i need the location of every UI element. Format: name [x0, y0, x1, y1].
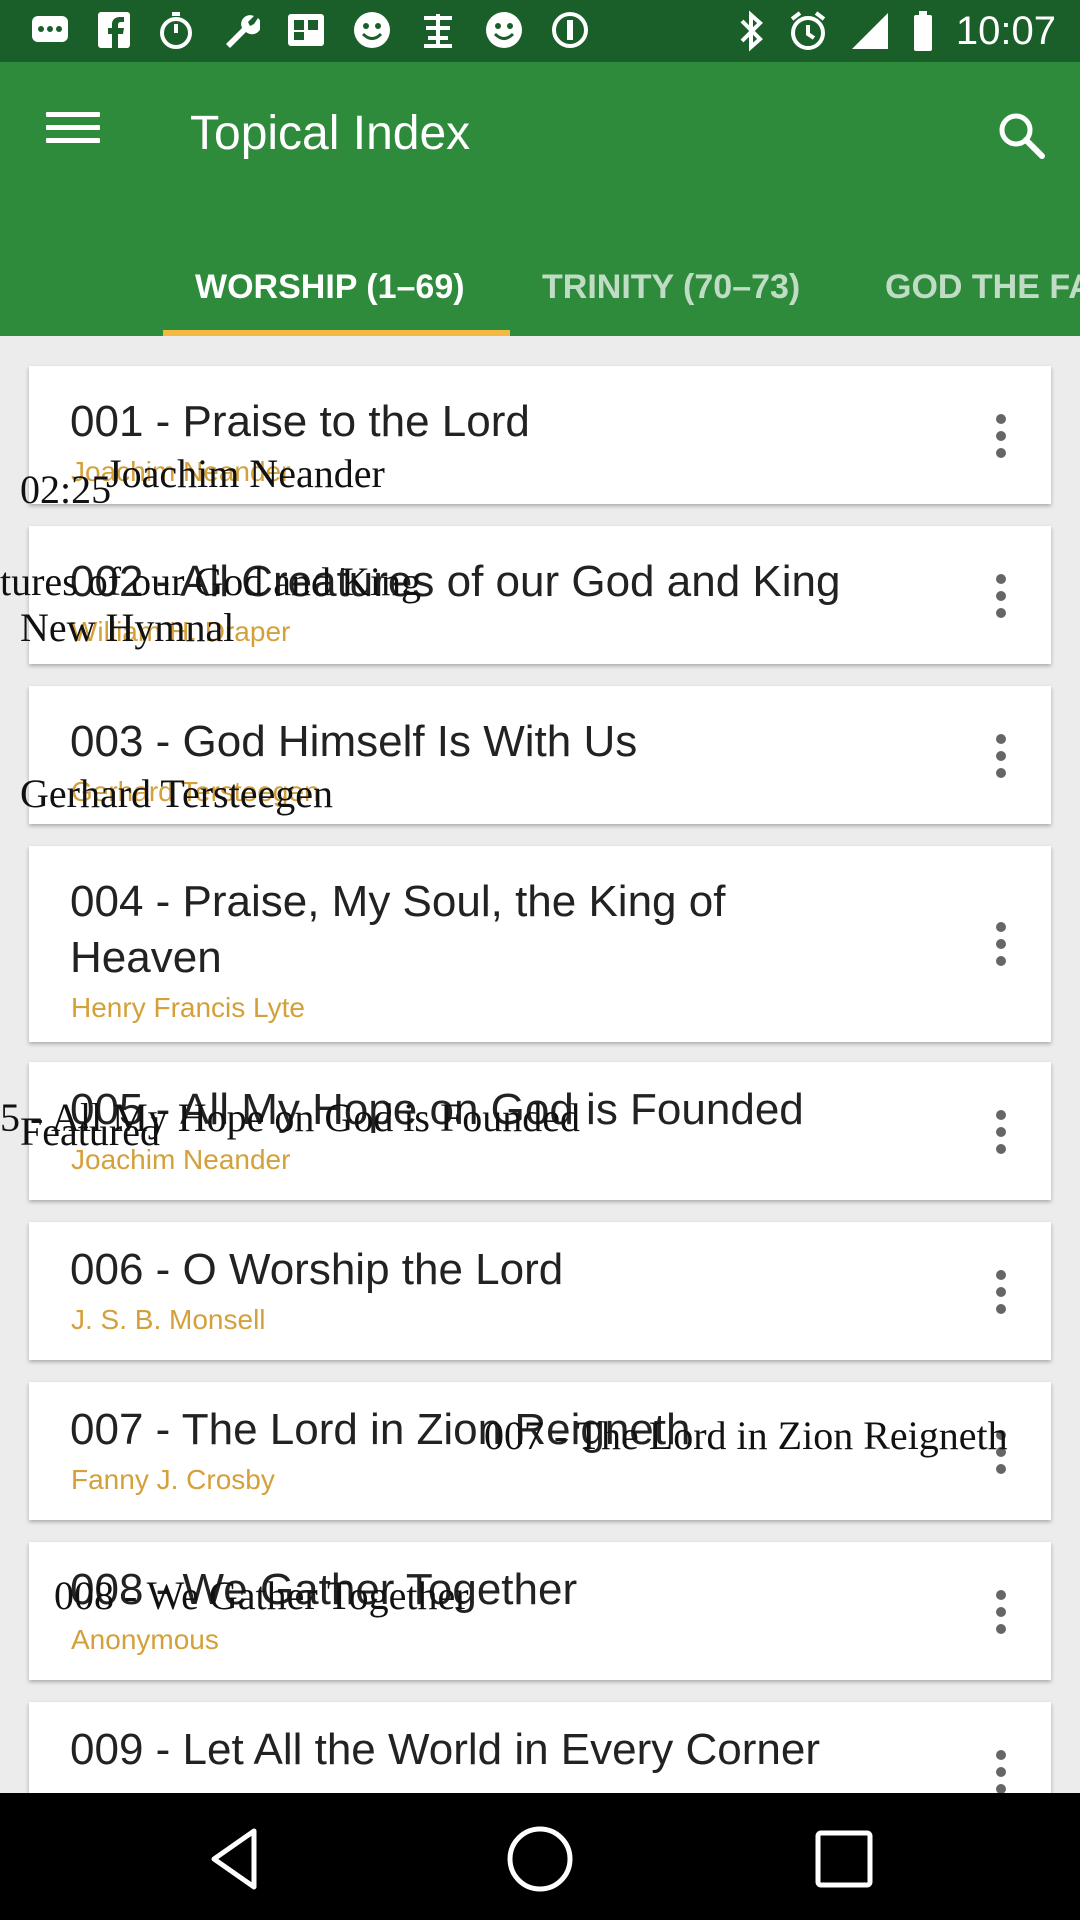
hymn-author: J. S. B. Monsell	[71, 1304, 266, 1335]
hymn-title: 006 - O Worship the Lord	[70, 1245, 564, 1294]
tab-bar: WORSHIP (1–69) TRINITY (70–73) GOD THE F…	[0, 242, 1080, 336]
overlay-subtitle: New Hymnal	[20, 605, 235, 650]
overlay-author: Gerhard Tersteegen	[20, 771, 333, 816]
home-circle-icon[interactable]	[500, 1819, 580, 1899]
hymn-title-line2: Heaven	[70, 933, 222, 982]
overlay-title: 008 - We Gather Together	[54, 1573, 469, 1618]
hymn-author: Anonymous	[71, 1624, 219, 1655]
system-icons: 10:07	[738, 8, 1056, 54]
hymn-title: 003 - God Himself Is With Us	[70, 717, 638, 766]
more-options-icon[interactable]	[979, 716, 1023, 796]
more-options-icon[interactable]	[979, 1252, 1023, 1332]
hymn-author: Henry Francis Lyte	[71, 992, 305, 1023]
status-time: 10:07	[955, 9, 1056, 53]
hamburger-menu-icon[interactable]	[42, 106, 104, 156]
overlay-featured-label: Featured	[20, 1109, 160, 1154]
tab-trinity[interactable]: TRINITY (70–73)	[542, 242, 800, 336]
hymn-author: Fanny J. Crosby	[71, 1464, 275, 1495]
more-options-icon[interactable]	[979, 556, 1023, 636]
chinese-char-icon	[424, 14, 452, 48]
bluetooth-icon	[740, 10, 763, 52]
navigation-bar	[0, 1793, 1080, 1920]
status-bar: 10:07	[0, 0, 1080, 62]
page-title: Topical Index	[190, 107, 471, 160]
battery-icon	[913, 11, 932, 51]
hymn-title: 009 - Let All the World in Every Corner	[70, 1725, 820, 1774]
list-item[interactable]: 009 - Let All the World in Every Corner	[29, 1702, 1051, 1793]
overlay-title: 007 - The Lord in Zion Reigneth	[484, 1413, 1008, 1458]
more-options-icon[interactable]	[979, 396, 1023, 476]
hymn-title: 004 - Praise, My Soul, the King of	[70, 877, 726, 926]
timer-icon	[160, 12, 192, 49]
smiley-icon	[486, 12, 522, 48]
wrench-icon	[226, 15, 260, 48]
qr-icon	[288, 14, 324, 46]
signal-icon	[851, 13, 888, 49]
hymn-title: 001 - Praise to the Lord	[70, 397, 530, 446]
message-icon	[32, 16, 68, 42]
data-saver-icon	[552, 12, 588, 48]
smiley-icon	[354, 12, 390, 48]
recents-square-icon[interactable]	[804, 1819, 884, 1899]
more-options-icon[interactable]	[979, 1732, 1023, 1793]
overlay-time: 02:25	[20, 467, 112, 512]
list-item[interactable]: 004 - Praise, My Soul, the King of Heave…	[29, 846, 1051, 1042]
back-triangle-icon[interactable]	[196, 1819, 276, 1899]
facebook-icon	[98, 12, 130, 48]
search-icon[interactable]	[992, 106, 1052, 166]
tab-god-the-father[interactable]: GOD THE FA	[885, 242, 1080, 336]
list-item[interactable]: 006 - O Worship the Lord J. S. B. Monsel…	[29, 1222, 1051, 1360]
overlay-author: Joachim Neander	[106, 451, 385, 496]
overlay-title: tures of our God and King	[0, 559, 422, 604]
more-options-icon[interactable]	[979, 1092, 1023, 1172]
more-options-icon[interactable]	[979, 1572, 1023, 1652]
notification-icons	[30, 10, 590, 50]
alarm-icon	[790, 11, 826, 50]
more-options-icon[interactable]	[979, 904, 1023, 984]
app-bar: Topical Index WORSHIP (1–69) TRINITY (70…	[0, 62, 1080, 336]
tab-worship[interactable]: WORSHIP (1–69)	[195, 242, 465, 336]
